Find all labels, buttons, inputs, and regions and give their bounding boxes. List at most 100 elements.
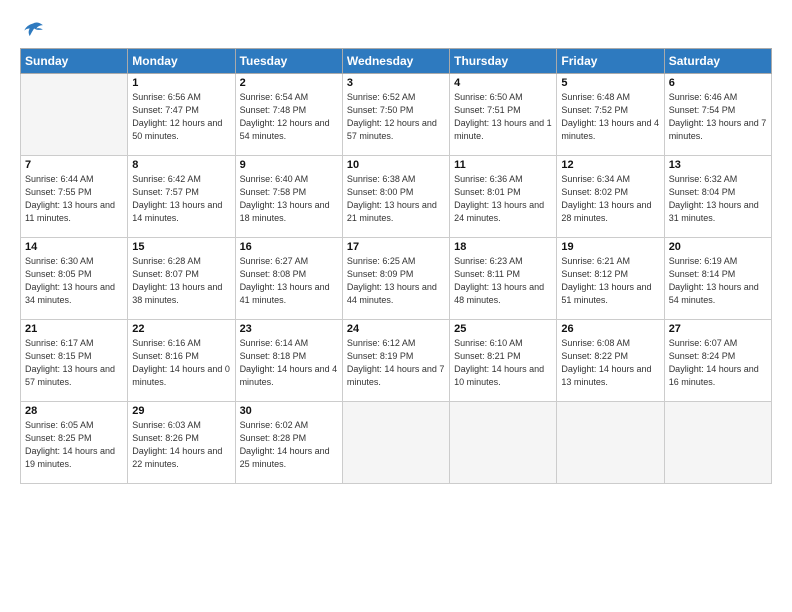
day-number: 28 <box>25 405 123 417</box>
logo <box>20 18 44 38</box>
day-detail: Sunrise: 6:46 AM Sunset: 7:54 PM Dayligh… <box>669 91 767 143</box>
day-number: 17 <box>347 241 445 253</box>
day-detail: Sunrise: 6:17 AM Sunset: 8:15 PM Dayligh… <box>25 337 123 389</box>
calendar-cell: 25 Sunrise: 6:10 AM Sunset: 8:21 PM Dayl… <box>450 320 557 402</box>
day-detail: Sunrise: 6:48 AM Sunset: 7:52 PM Dayligh… <box>561 91 659 143</box>
day-detail: Sunrise: 6:21 AM Sunset: 8:12 PM Dayligh… <box>561 255 659 307</box>
week-row-1: 7 Sunrise: 6:44 AM Sunset: 7:55 PM Dayli… <box>21 156 772 238</box>
calendar-cell: 19 Sunrise: 6:21 AM Sunset: 8:12 PM Dayl… <box>557 238 664 320</box>
week-row-4: 28 Sunrise: 6:05 AM Sunset: 8:25 PM Dayl… <box>21 402 772 484</box>
logo-bird-icon <box>22 18 44 40</box>
day-number: 16 <box>240 241 338 253</box>
day-detail: Sunrise: 6:19 AM Sunset: 8:14 PM Dayligh… <box>669 255 767 307</box>
weekday-header-tuesday: Tuesday <box>235 49 342 74</box>
calendar-cell: 9 Sunrise: 6:40 AM Sunset: 7:58 PM Dayli… <box>235 156 342 238</box>
calendar-cell: 6 Sunrise: 6:46 AM Sunset: 7:54 PM Dayli… <box>664 74 771 156</box>
weekday-header-thursday: Thursday <box>450 49 557 74</box>
calendar-cell: 14 Sunrise: 6:30 AM Sunset: 8:05 PM Dayl… <box>21 238 128 320</box>
weekday-header-wednesday: Wednesday <box>342 49 449 74</box>
day-detail: Sunrise: 6:34 AM Sunset: 8:02 PM Dayligh… <box>561 173 659 225</box>
day-detail: Sunrise: 6:32 AM Sunset: 8:04 PM Dayligh… <box>669 173 767 225</box>
day-detail: Sunrise: 6:38 AM Sunset: 8:00 PM Dayligh… <box>347 173 445 225</box>
calendar-cell: 18 Sunrise: 6:23 AM Sunset: 8:11 PM Dayl… <box>450 238 557 320</box>
day-number: 7 <box>25 159 123 171</box>
calendar-cell: 7 Sunrise: 6:44 AM Sunset: 7:55 PM Dayli… <box>21 156 128 238</box>
day-detail: Sunrise: 6:28 AM Sunset: 8:07 PM Dayligh… <box>132 255 230 307</box>
week-row-0: 1 Sunrise: 6:56 AM Sunset: 7:47 PM Dayli… <box>21 74 772 156</box>
day-number: 27 <box>669 323 767 335</box>
week-row-2: 14 Sunrise: 6:30 AM Sunset: 8:05 PM Dayl… <box>21 238 772 320</box>
day-number: 19 <box>561 241 659 253</box>
calendar-cell: 26 Sunrise: 6:08 AM Sunset: 8:22 PM Dayl… <box>557 320 664 402</box>
calendar-cell: 28 Sunrise: 6:05 AM Sunset: 8:25 PM Dayl… <box>21 402 128 484</box>
calendar-cell <box>664 402 771 484</box>
calendar-cell: 1 Sunrise: 6:56 AM Sunset: 7:47 PM Dayli… <box>128 74 235 156</box>
day-detail: Sunrise: 6:54 AM Sunset: 7:48 PM Dayligh… <box>240 91 338 143</box>
day-number: 8 <box>132 159 230 171</box>
weekday-header-monday: Monday <box>128 49 235 74</box>
day-number: 4 <box>454 77 552 89</box>
day-number: 10 <box>347 159 445 171</box>
day-number: 14 <box>25 241 123 253</box>
calendar-cell: 30 Sunrise: 6:02 AM Sunset: 8:28 PM Dayl… <box>235 402 342 484</box>
day-number: 11 <box>454 159 552 171</box>
day-number: 20 <box>669 241 767 253</box>
day-detail: Sunrise: 6:52 AM Sunset: 7:50 PM Dayligh… <box>347 91 445 143</box>
calendar-cell: 21 Sunrise: 6:17 AM Sunset: 8:15 PM Dayl… <box>21 320 128 402</box>
day-number: 18 <box>454 241 552 253</box>
calendar-cell: 15 Sunrise: 6:28 AM Sunset: 8:07 PM Dayl… <box>128 238 235 320</box>
calendar-cell: 24 Sunrise: 6:12 AM Sunset: 8:19 PM Dayl… <box>342 320 449 402</box>
calendar-cell: 29 Sunrise: 6:03 AM Sunset: 8:26 PM Dayl… <box>128 402 235 484</box>
day-number: 5 <box>561 77 659 89</box>
page: SundayMondayTuesdayWednesdayThursdayFrid… <box>0 0 792 612</box>
day-detail: Sunrise: 6:36 AM Sunset: 8:01 PM Dayligh… <box>454 173 552 225</box>
calendar-cell: 10 Sunrise: 6:38 AM Sunset: 8:00 PM Dayl… <box>342 156 449 238</box>
day-detail: Sunrise: 6:27 AM Sunset: 8:08 PM Dayligh… <box>240 255 338 307</box>
calendar-cell <box>450 402 557 484</box>
calendar-cell: 8 Sunrise: 6:42 AM Sunset: 7:57 PM Dayli… <box>128 156 235 238</box>
calendar-table: SundayMondayTuesdayWednesdayThursdayFrid… <box>20 48 772 484</box>
day-detail: Sunrise: 6:14 AM Sunset: 8:18 PM Dayligh… <box>240 337 338 389</box>
day-detail: Sunrise: 6:42 AM Sunset: 7:57 PM Dayligh… <box>132 173 230 225</box>
day-detail: Sunrise: 6:30 AM Sunset: 8:05 PM Dayligh… <box>25 255 123 307</box>
calendar-cell: 20 Sunrise: 6:19 AM Sunset: 8:14 PM Dayl… <box>664 238 771 320</box>
day-detail: Sunrise: 6:02 AM Sunset: 8:28 PM Dayligh… <box>240 419 338 471</box>
calendar-cell <box>557 402 664 484</box>
day-detail: Sunrise: 6:50 AM Sunset: 7:51 PM Dayligh… <box>454 91 552 143</box>
day-number: 15 <box>132 241 230 253</box>
day-number: 2 <box>240 77 338 89</box>
weekday-header-sunday: Sunday <box>21 49 128 74</box>
day-number: 9 <box>240 159 338 171</box>
day-detail: Sunrise: 6:10 AM Sunset: 8:21 PM Dayligh… <box>454 337 552 389</box>
calendar-cell: 16 Sunrise: 6:27 AM Sunset: 8:08 PM Dayl… <box>235 238 342 320</box>
calendar-cell <box>342 402 449 484</box>
calendar-cell: 11 Sunrise: 6:36 AM Sunset: 8:01 PM Dayl… <box>450 156 557 238</box>
day-number: 12 <box>561 159 659 171</box>
calendar-cell: 3 Sunrise: 6:52 AM Sunset: 7:50 PM Dayli… <box>342 74 449 156</box>
weekday-header-friday: Friday <box>557 49 664 74</box>
calendar-cell: 23 Sunrise: 6:14 AM Sunset: 8:18 PM Dayl… <box>235 320 342 402</box>
calendar-cell: 2 Sunrise: 6:54 AM Sunset: 7:48 PM Dayli… <box>235 74 342 156</box>
weekday-header-row: SundayMondayTuesdayWednesdayThursdayFrid… <box>21 49 772 74</box>
day-detail: Sunrise: 6:56 AM Sunset: 7:47 PM Dayligh… <box>132 91 230 143</box>
day-number: 13 <box>669 159 767 171</box>
day-detail: Sunrise: 6:05 AM Sunset: 8:25 PM Dayligh… <box>25 419 123 471</box>
day-detail: Sunrise: 6:16 AM Sunset: 8:16 PM Dayligh… <box>132 337 230 389</box>
day-number: 21 <box>25 323 123 335</box>
day-detail: Sunrise: 6:07 AM Sunset: 8:24 PM Dayligh… <box>669 337 767 389</box>
day-number: 23 <box>240 323 338 335</box>
calendar-cell <box>21 74 128 156</box>
calendar-cell: 22 Sunrise: 6:16 AM Sunset: 8:16 PM Dayl… <box>128 320 235 402</box>
week-row-3: 21 Sunrise: 6:17 AM Sunset: 8:15 PM Dayl… <box>21 320 772 402</box>
day-number: 26 <box>561 323 659 335</box>
day-number: 30 <box>240 405 338 417</box>
day-number: 3 <box>347 77 445 89</box>
day-detail: Sunrise: 6:23 AM Sunset: 8:11 PM Dayligh… <box>454 255 552 307</box>
day-number: 24 <box>347 323 445 335</box>
day-detail: Sunrise: 6:03 AM Sunset: 8:26 PM Dayligh… <box>132 419 230 471</box>
calendar-cell: 5 Sunrise: 6:48 AM Sunset: 7:52 PM Dayli… <box>557 74 664 156</box>
day-detail: Sunrise: 6:25 AM Sunset: 8:09 PM Dayligh… <box>347 255 445 307</box>
day-number: 29 <box>132 405 230 417</box>
day-number: 22 <box>132 323 230 335</box>
day-detail: Sunrise: 6:40 AM Sunset: 7:58 PM Dayligh… <box>240 173 338 225</box>
